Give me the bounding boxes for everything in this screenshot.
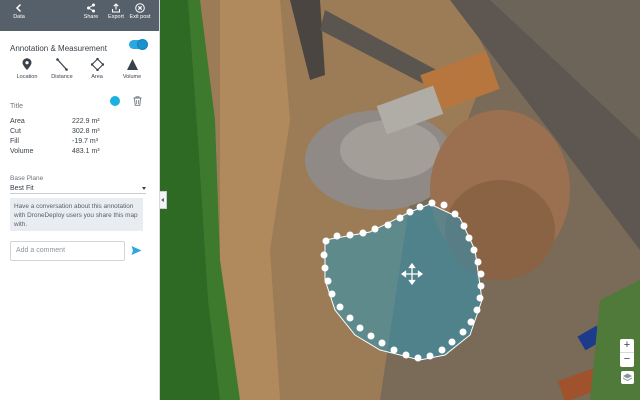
metric-fill-value: -19.7 m³ <box>72 138 99 145</box>
export-label: Export <box>108 14 124 20</box>
distance-tool-button[interactable]: Distance <box>45 58 79 80</box>
trash-icon[interactable] <box>133 96 142 106</box>
layers-button[interactable] <box>621 371 634 384</box>
base-plane-value: Best Fit <box>10 185 34 192</box>
exit-button[interactable]: Exit post <box>127 3 153 21</box>
metric-area: Area 222.9 m² <box>10 117 140 127</box>
area-polygon-icon <box>90 58 104 71</box>
share-button[interactable]: Share <box>78 3 104 21</box>
area-tool-button[interactable]: Area <box>80 58 114 80</box>
base-plane-select[interactable]: Best Fit <box>10 183 146 194</box>
title-field-label[interactable]: Title <box>10 103 23 110</box>
app-root: Data Share Export Exit post Annotation &… <box>0 0 640 400</box>
metric-fill: Fill -19.7 m³ <box>10 137 140 147</box>
comment-input[interactable]: Add a comment <box>10 241 125 261</box>
distance-line-icon <box>56 58 68 71</box>
measurement-tools: Location Distance Area Volume <box>8 58 153 84</box>
metric-cut-value: 302.8 m³ <box>72 128 100 135</box>
measurement-metrics: Area 222.9 m² Cut 302.8 m³ Fill -19.7 m³… <box>10 117 140 157</box>
location-pin-icon <box>22 58 32 70</box>
annotation-toggle[interactable] <box>129 39 148 50</box>
metric-volume-value: 483.1 m³ <box>72 148 100 155</box>
collapse-panel-button[interactable] <box>160 191 167 209</box>
distance-tool-label: Distance <box>51 74 73 80</box>
title-row: Title <box>10 95 147 110</box>
chevron-down-icon <box>142 187 146 190</box>
conversation-info: Have a conversation about this annotatio… <box>10 198 143 231</box>
base-plane-label: Base Plane <box>10 175 44 182</box>
aerial-map[interactable]: + − <box>160 0 640 400</box>
volume-tool-label: Volume <box>122 74 142 80</box>
metric-volume-label: Volume <box>10 148 34 155</box>
export-icon <box>111 3 121 13</box>
zoom-in-button[interactable]: + <box>620 339 634 353</box>
panel-toolbar: Data Share Export Exit post <box>0 0 159 31</box>
metric-cut: Cut 302.8 m³ <box>10 127 140 137</box>
location-tool-label: Location <box>16 74 38 80</box>
toggle-knob <box>137 39 148 50</box>
metric-volume: Volume 483.1 m³ <box>10 147 140 157</box>
exit-label: Exit post <box>129 14 151 20</box>
volume-pyramid-icon <box>126 59 138 70</box>
send-icon[interactable] <box>131 245 142 256</box>
location-tool-button[interactable]: Location <box>10 58 44 80</box>
metric-area-value: 222.9 m² <box>72 118 100 125</box>
volume-tool-button[interactable]: Volume <box>115 58 149 80</box>
metric-cut-label: Cut <box>10 128 21 135</box>
export-button[interactable]: Export <box>103 3 129 21</box>
annotation-panel: Data Share Export Exit post Annotation &… <box>0 0 160 400</box>
share-label: Share <box>83 14 99 20</box>
aerial-imagery <box>160 0 640 400</box>
back-to-data-button[interactable]: Data <box>6 3 32 21</box>
zoom-out-button[interactable]: − <box>620 353 634 367</box>
annotation-label: Annotation & Measurement <box>10 44 107 53</box>
metric-fill-label: Fill <box>10 138 19 145</box>
back-label: Data <box>13 14 25 20</box>
layers-icon <box>622 373 633 382</box>
annotation-color-picker[interactable] <box>110 96 120 106</box>
area-tool-label: Area <box>91 74 103 80</box>
metric-area-label: Area <box>10 118 25 125</box>
share-icon <box>87 3 95 13</box>
chevron-left-icon <box>15 3 22 13</box>
annotation-toggle-row: Annotation & Measurement <box>10 38 148 53</box>
zoom-controls: + − <box>620 339 634 367</box>
close-circle-icon <box>135 3 145 13</box>
